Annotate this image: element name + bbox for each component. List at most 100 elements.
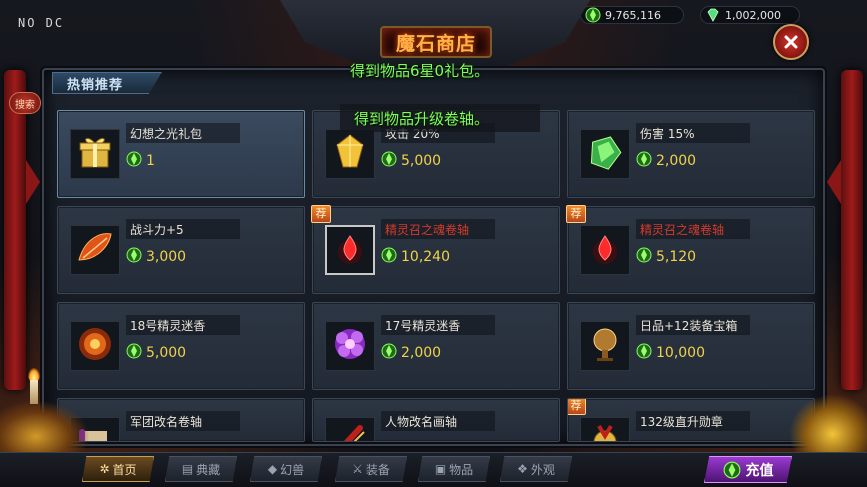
search-button[interactable]: 搜索 xyxy=(9,92,41,114)
tab-beast-label: 幻兽 xyxy=(280,462,305,477)
candle xyxy=(30,380,38,404)
pinwheel-icon: ✲ xyxy=(99,462,110,476)
tab-collection-label: 典藏 xyxy=(196,462,221,477)
item-icon-frame xyxy=(325,321,375,371)
green-gem-icon xyxy=(126,343,142,363)
green-gem-icon xyxy=(381,247,397,267)
hot-badge: 荐 xyxy=(566,205,586,223)
hot-badge: 荐 xyxy=(568,399,586,415)
window-title: 魔石商店 xyxy=(395,32,476,55)
sword-icon: ⚔ xyxy=(352,462,363,476)
treasure-pile-right xyxy=(790,395,867,455)
medal-icon xyxy=(587,422,623,441)
reward-message-1: 得到物品6星0礼包。 xyxy=(350,62,490,80)
item-icon-frame xyxy=(580,225,630,275)
green-gem-icon xyxy=(381,343,397,363)
left-frame-spike xyxy=(26,160,40,204)
diamond-icon xyxy=(707,8,719,22)
recharge-label: 充值 xyxy=(745,462,774,479)
item-name: 战斗力+5 xyxy=(126,219,240,239)
green-gem-icon xyxy=(585,7,601,23)
green-gem-icon xyxy=(636,247,652,267)
item-card[interactable]: 18号精灵迷香 5,000 xyxy=(57,302,305,390)
item-name: 精灵召之魂卷轴 xyxy=(381,219,495,239)
search-label: 搜索 xyxy=(15,99,35,111)
item-price-value: 10,240 xyxy=(401,249,450,265)
green-gem-icon xyxy=(636,151,652,171)
item-card[interactable]: 幻想之光礼包 1 xyxy=(57,110,305,198)
item-price-value: 5,000 xyxy=(401,153,442,169)
reward-message-2: 得到物品升级卷轴。 xyxy=(340,104,540,132)
gift-box-icon xyxy=(76,133,114,175)
item-price: 1 xyxy=(126,151,155,171)
bronze-orb-icon xyxy=(585,324,625,368)
item-price-value: 3,000 xyxy=(146,249,187,265)
item-name: 132级直升勋章 xyxy=(636,411,750,431)
green-gem-icon xyxy=(126,247,142,267)
purple-flower-icon xyxy=(330,324,370,368)
item-name: 人物改名画轴 xyxy=(381,411,495,431)
item-name: 幻想之光礼包 xyxy=(126,123,240,143)
close-button[interactable] xyxy=(773,24,809,60)
item-icon-frame xyxy=(580,321,630,371)
item-icon-frame xyxy=(70,321,120,371)
item-name: 军团改名卷轴 xyxy=(126,411,240,431)
item-card[interactable]: 日品+12装备宝箱 10,000 xyxy=(567,302,815,390)
tab-collection[interactable]: ▤ 典藏 xyxy=(165,456,237,482)
recharge-button[interactable]: 充值 xyxy=(704,456,792,483)
item-card[interactable]: 伤害 15% 2,000 xyxy=(567,110,815,198)
item-price: 5,000 xyxy=(381,151,441,171)
diamond-amount: 1,002,000 xyxy=(725,8,781,22)
green-gem-icon xyxy=(636,343,652,363)
item-card[interactable]: 人物改名画轴 xyxy=(312,398,560,442)
gold-amount: 9,765,116 xyxy=(605,8,661,22)
item-price: 2,000 xyxy=(381,343,441,363)
item-price-value: 2,000 xyxy=(656,153,697,169)
item-price-value: 10,000 xyxy=(656,345,705,361)
hot-badge: 荐 xyxy=(311,205,331,223)
tab-appearance[interactable]: ❖ 外观 xyxy=(500,456,572,482)
item-name: 17号精灵迷香 xyxy=(381,315,495,335)
tab-hot-recommend[interactable]: 热销推荐 xyxy=(52,72,162,94)
item-card[interactable]: 荐 132级直升勋章 xyxy=(567,398,815,442)
gold-crystal-icon xyxy=(333,133,367,175)
item-card[interactable]: 荐精灵召之魂卷轴 5,120 xyxy=(566,205,815,294)
blood-drop-icon xyxy=(590,230,620,270)
item-card[interactable]: 荐精灵召之魂卷轴 10,240 xyxy=(311,205,560,294)
item-price: 5,120 xyxy=(636,247,696,267)
red-scroll-icon xyxy=(332,422,368,441)
item-icon-frame xyxy=(70,225,120,275)
item-card[interactable]: 17号精灵迷香 2,000 xyxy=(312,302,560,390)
item-price-value: 5,000 xyxy=(146,345,187,361)
item-price: 5,000 xyxy=(126,343,186,363)
right-frame-spike xyxy=(827,160,841,204)
tab-equipment[interactable]: ⚔ 装备 xyxy=(335,456,407,482)
item-name: 精灵召之魂卷轴 xyxy=(636,219,750,239)
item-icon-frame xyxy=(70,129,120,179)
treasure-pile-left xyxy=(0,400,90,452)
tab-items[interactable]: ▣ 物品 xyxy=(418,456,490,482)
item-price-value: 5,120 xyxy=(656,249,697,265)
tab-home[interactable]: ✲ 首页 xyxy=(82,456,154,482)
green-gem-icon xyxy=(381,151,397,171)
item-icon-frame xyxy=(580,417,630,441)
debug-text: NO DC xyxy=(18,16,65,30)
item-card[interactable]: 军团改名卷轴 xyxy=(57,398,305,442)
book-icon: ▤ xyxy=(181,462,194,476)
fire-feather-icon xyxy=(75,230,115,270)
item-icon-frame xyxy=(325,417,375,441)
item-name: 伤害 15% xyxy=(636,123,750,143)
item-name: 18号精灵迷香 xyxy=(126,315,240,335)
tab-items-label: 物品 xyxy=(449,462,474,477)
tab-appearance-label: 外观 xyxy=(530,462,555,477)
tab-home-label: 首页 xyxy=(112,462,137,477)
green-crystal-icon xyxy=(586,133,624,175)
item-price: 10,240 xyxy=(381,247,450,267)
tab-beast[interactable]: ◆ 幻兽 xyxy=(250,456,322,482)
item-card[interactable]: 战斗力+5 3,000 xyxy=(57,206,305,294)
item-price: 2,000 xyxy=(636,151,696,171)
beast-icon: ◆ xyxy=(267,462,278,476)
item-price-value: 2,000 xyxy=(401,345,442,361)
item-price: 10,000 xyxy=(636,343,705,363)
bag-icon: ▣ xyxy=(434,462,447,476)
